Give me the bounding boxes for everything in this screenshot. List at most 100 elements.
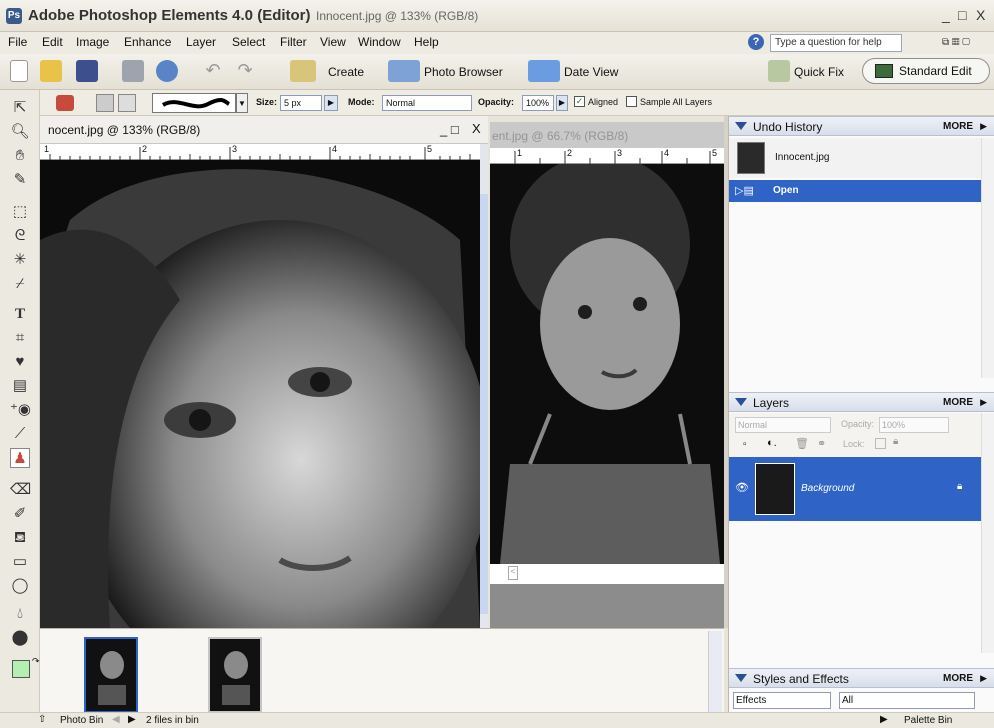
clone-stamp-mode-icon[interactable] (96, 94, 114, 112)
photo-browser-button[interactable]: Photo Browser (424, 65, 503, 79)
undo-history-more-button[interactable]: MORE (943, 121, 973, 132)
image-canvas[interactable] (490, 164, 724, 564)
selection-brush-tool-icon[interactable]: ⌿ (10, 274, 30, 294)
print-icon[interactable] (122, 60, 144, 82)
opacity-slider-arrow-icon[interactable]: ▶ (556, 95, 568, 111)
layers-opacity-input[interactable]: 100% (879, 417, 949, 433)
mode-select[interactable]: Normal (382, 95, 472, 111)
share-icon[interactable] (156, 60, 178, 82)
undo-history-item[interactable]: Innocent.jpg (729, 138, 981, 178)
photo-bin-thumbnail[interactable] (84, 637, 138, 713)
shape-tool-icon[interactable]: ◯ (10, 576, 30, 596)
red-eye-tool-icon[interactable]: ♥ (10, 352, 30, 372)
magic-wand-tool-icon[interactable]: ✳ (10, 250, 30, 270)
lock-all-icon[interactable]: 🔒︎ (893, 436, 898, 447)
eraser-tool-icon[interactable]: ⌫ (10, 480, 31, 500)
photo-bin-scrollbar[interactable] (708, 631, 722, 715)
swap-colors-icon[interactable]: ↷ (32, 656, 40, 667)
collapse-triangle-icon[interactable] (735, 398, 747, 406)
menu-edit[interactable]: Edit (42, 35, 63, 49)
standard-edit-button[interactable]: Standard Edit (862, 58, 990, 84)
menu-enhance[interactable]: Enhance (124, 35, 171, 49)
horizontal-scrollbar[interactable]: < (490, 564, 724, 584)
opacity-input[interactable]: 100% (522, 95, 554, 111)
gradient-tool-icon[interactable]: ▭ (10, 552, 30, 572)
new-layer-icon[interactable]: ▫ (743, 439, 747, 450)
adjustment-layer-icon[interactable]: ◐. (767, 437, 777, 449)
menu-select[interactable]: Select (232, 35, 265, 49)
menu-view[interactable]: View (320, 35, 346, 49)
brush-preview[interactable] (152, 93, 236, 113)
effects-filter-select[interactable]: All (839, 692, 975, 709)
healing-brush-tool-icon[interactable]: ⟋ (10, 424, 30, 444)
menu-filter[interactable]: Filter (280, 35, 307, 49)
new-file-icon[interactable] (10, 60, 28, 82)
layers-header[interactable]: Layers MORE ▶ (729, 392, 994, 412)
layers-scrollbar[interactable] (981, 413, 994, 653)
effects-category-select[interactable]: Effects (733, 692, 831, 709)
palette-bin-label[interactable]: Palette Bin (904, 715, 952, 726)
close-button[interactable]: X (976, 7, 985, 23)
photo-bin-label[interactable]: Photo Bin (60, 715, 103, 726)
palette-bin-toggle-icon[interactable]: ▶ (880, 714, 888, 725)
spot-healing-tool-icon[interactable]: ⁺◉ (10, 400, 31, 420)
brush-tool-icon[interactable]: ✐ (10, 504, 30, 524)
hand-tool-icon[interactable]: ✋︎ (10, 146, 30, 166)
layer-row-background[interactable]: 👁︎ Background 🔒︎ (729, 457, 981, 521)
photo-bin-thumbnail[interactable] (208, 637, 262, 713)
more-arrow-icon[interactable]: ▶ (980, 397, 987, 408)
blur-tool-icon[interactable]: 💧︎ (10, 604, 30, 624)
menu-image[interactable]: Image (76, 35, 109, 49)
move-tool-icon[interactable]: ⇱ (10, 98, 30, 118)
marquee-tool-icon[interactable]: ⬚ (10, 202, 30, 222)
eyedropper-tool-icon[interactable]: ✎ (10, 170, 30, 190)
photo-bin-toggle-icon[interactable]: ⇧ (38, 714, 46, 725)
open-folder-icon[interactable] (40, 60, 62, 82)
create-button[interactable]: Create (328, 65, 364, 79)
date-view-button[interactable]: Date View (564, 65, 618, 79)
save-icon[interactable] (76, 60, 98, 82)
pattern-stamp-mode-icon[interactable] (118, 94, 136, 112)
lock-transparency-icon[interactable] (875, 438, 886, 449)
undo-scrollbar[interactable] (981, 138, 994, 378)
help-icon[interactable]: ? (748, 34, 764, 50)
menu-layer[interactable]: Layer (186, 35, 216, 49)
image-canvas[interactable] (40, 160, 480, 628)
undo-history-item-selected[interactable]: ▷▤ Open (729, 180, 981, 202)
collapse-triangle-icon[interactable] (735, 674, 747, 682)
more-arrow-icon[interactable]: ▶ (980, 673, 987, 684)
type-tool-icon[interactable]: T (10, 304, 30, 324)
scroll-left-icon[interactable]: < (508, 566, 518, 580)
paint-bucket-tool-icon[interactable]: ⛾ (10, 528, 30, 548)
menu-window[interactable]: Window (358, 35, 401, 49)
cookie-cutter-tool-icon[interactable]: ▤ (10, 376, 30, 396)
previous-photo-icon[interactable]: ◀ (112, 714, 120, 725)
restore-panels-icon[interactable]: ⧉ ▦ ▢ (942, 37, 970, 48)
undo-icon[interactable]: ↶ (202, 60, 224, 82)
styles-more-button[interactable]: MORE (943, 673, 973, 684)
visibility-eye-icon[interactable]: 👁︎ (735, 481, 749, 494)
clone-stamp-tool-icon[interactable]: ♟ (10, 448, 30, 468)
sponge-tool-icon[interactable]: ⬤ (10, 628, 30, 648)
next-photo-icon[interactable]: ▶ (128, 714, 136, 725)
link-layers-icon[interactable]: ⚭ (817, 437, 826, 450)
styles-effects-header[interactable]: Styles and Effects MORE ▶ (729, 668, 994, 688)
size-input[interactable]: 5 px (280, 95, 322, 111)
menu-file[interactable]: File (8, 35, 27, 49)
more-arrow-icon[interactable]: ▶ (980, 121, 987, 132)
scrollbar-thumb[interactable] (480, 194, 488, 614)
layers-more-button[interactable]: MORE (943, 397, 973, 408)
foreground-color-swatch[interactable] (12, 660, 30, 678)
menu-help[interactable]: Help (414, 35, 439, 49)
minimize-button[interactable]: _ (942, 7, 950, 23)
aligned-checkbox[interactable]: ✓ (574, 96, 585, 107)
help-search-input[interactable]: Type a question for help (770, 34, 902, 52)
doc-minimize-button[interactable]: _ □ (440, 122, 459, 137)
collapse-triangle-icon[interactable] (735, 122, 747, 130)
quick-fix-button[interactable]: Quick Fix (794, 65, 844, 79)
lasso-tool-icon[interactable]: ᘓ (10, 226, 30, 246)
crop-tool-icon[interactable]: ⌗ (10, 328, 30, 348)
vertical-scrollbar[interactable] (480, 144, 488, 628)
size-slider-arrow-icon[interactable]: ▶ (324, 95, 338, 111)
brush-dropdown-icon[interactable]: ▼ (236, 93, 248, 113)
